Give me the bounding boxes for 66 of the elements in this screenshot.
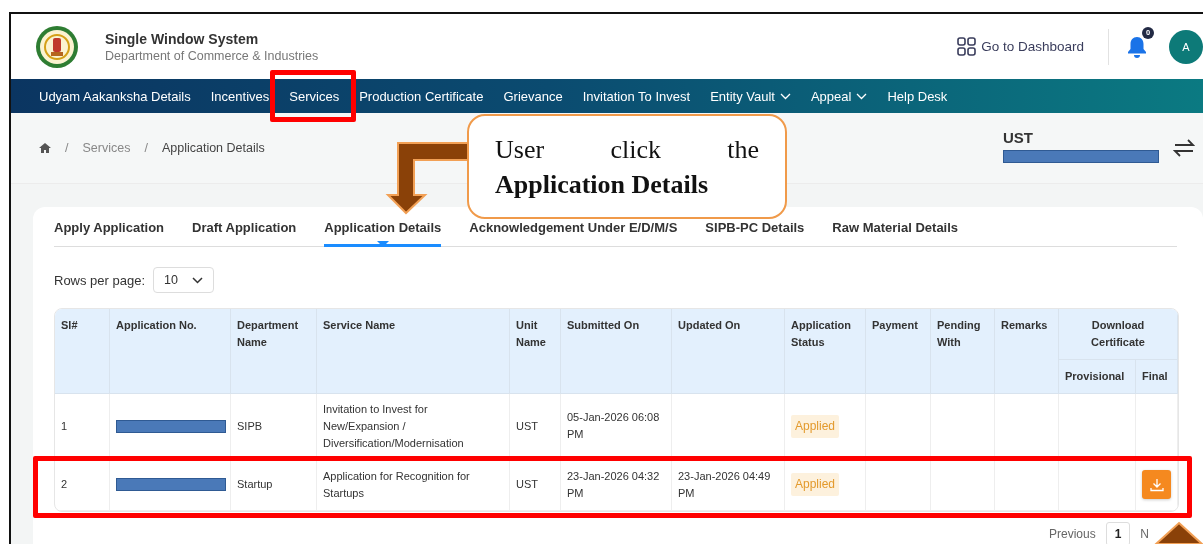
column-header: Application Status: [785, 309, 866, 394]
tab[interactable]: Raw Material Details: [832, 219, 959, 247]
column-header: Provisional: [1059, 360, 1136, 394]
breadcrumb-separator: /: [65, 141, 69, 155]
nav-item[interactable]: Grievance: [493, 79, 573, 113]
column-header: Final: [1136, 360, 1178, 394]
nav-item[interactable]: Entity Vault: [700, 79, 801, 113]
column-header: Unit Name: [510, 309, 561, 394]
column-header: Download Certificate: [1059, 309, 1178, 360]
next-button[interactable]: N: [1138, 523, 1151, 544]
table-cell: SIPB: [231, 394, 317, 459]
table-cell: 23-Jan-2026 04:49 PM: [672, 459, 785, 511]
table-cell: Application for Recognition for Startups: [317, 459, 510, 511]
tab[interactable]: Acknowledgement Under E/D/M/S: [469, 219, 678, 247]
rows-per-page-select[interactable]: 10: [153, 267, 214, 293]
nav-item[interactable]: Help Desk: [877, 79, 958, 113]
column-header: Submitted On: [561, 309, 672, 394]
table-cell: 2: [55, 459, 110, 511]
tab[interactable]: Draft Application: [192, 219, 297, 247]
status-badge: Applied: [791, 473, 840, 496]
tab[interactable]: Application Details: [324, 219, 442, 247]
chevron-down-icon: [191, 276, 203, 284]
breadcrumb-separator: /: [144, 141, 148, 155]
user-avatar[interactable]: A: [1169, 29, 1203, 64]
table-cell: UST: [510, 394, 561, 459]
table-cell: 05-Jan-2026 06:08 PM: [561, 394, 672, 459]
nav-item[interactable]: Udyam Aakanksha Details: [29, 79, 201, 113]
column-header: Service Name: [317, 309, 510, 394]
swap-icon[interactable]: [1173, 137, 1195, 159]
rows-per-page-label: Rows per page:: [54, 272, 146, 288]
table-cell: UST: [510, 459, 561, 511]
previous-button[interactable]: Previous: [1046, 523, 1098, 544]
home-icon[interactable]: [39, 142, 51, 154]
chevron-down-icon: [856, 92, 868, 100]
tab[interactable]: SIPB-PC Details: [705, 219, 805, 247]
bell-icon[interactable]: [1125, 34, 1149, 59]
column-header: Department Name: [231, 309, 317, 394]
column-header: Remarks: [995, 309, 1059, 394]
nav-item[interactable]: Services: [279, 79, 350, 113]
unit-name: UST: [1003, 129, 1034, 146]
column-header: Pending With: [931, 309, 995, 394]
table-cell: Invitation to Invest for New/Expansion / Diversification/Modernisation: [317, 394, 510, 459]
table-cell: Startup: [231, 459, 317, 511]
nav-item[interactable]: Incentives: [200, 79, 280, 113]
grid-icon: [957, 37, 977, 56]
site-title: Single Window System: [105, 30, 260, 47]
column-header: Payment: [866, 309, 931, 394]
nav-item[interactable]: Production Certificate: [349, 79, 494, 113]
dashboard-link[interactable]: Go to Dashboard: [957, 37, 1084, 56]
breadcrumb-item: Application Details: [161, 141, 265, 155]
chevron-down-icon: [779, 92, 791, 100]
page-button[interactable]: 1: [1105, 522, 1131, 544]
table-cell: 1: [55, 394, 110, 459]
site-subtitle: Department of Commerce & Industries: [105, 48, 319, 63]
callout-text: User click the Application Details: [467, 114, 787, 219]
pointer-arrow: [1155, 522, 1203, 544]
column-header: Application No.: [110, 309, 231, 394]
emblem-icon: [35, 24, 79, 69]
column-header: Sl#: [55, 309, 110, 394]
table-cell: 23-Jan-2026 04:32 PM: [561, 459, 672, 511]
nav-item[interactable]: Appeal: [800, 79, 878, 113]
status-badge: Applied: [791, 414, 840, 438]
download-icon: [1149, 477, 1164, 492]
nav-item[interactable]: Invitation To Invest: [572, 79, 701, 113]
column-header: Updated On: [672, 309, 785, 394]
tab[interactable]: Apply Application: [54, 219, 165, 247]
